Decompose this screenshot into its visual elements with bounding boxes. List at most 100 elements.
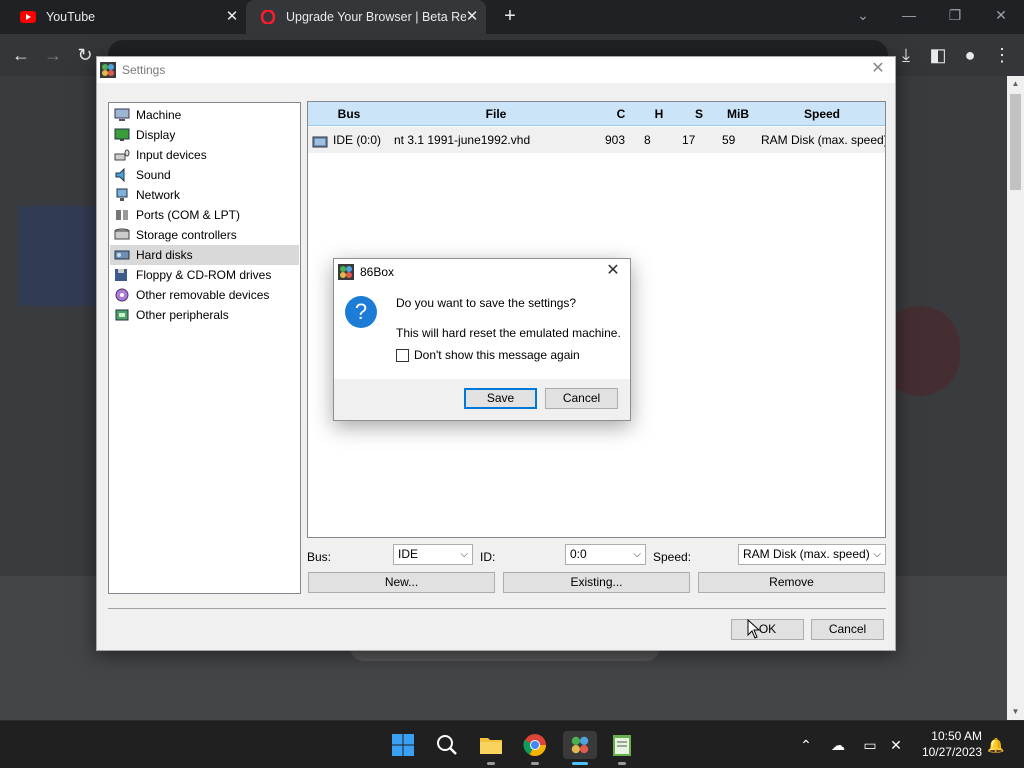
dialog-body: ? Do you want to save the settings? This… [334,284,630,379]
id-select[interactable]: 0:0 ⌵ [565,544,646,565]
forward-icon[interactable]: → [42,44,64,66]
category-ports[interactable]: Ports (COM & LPT) [110,205,299,225]
reload-icon[interactable]: ↻ [74,44,96,66]
tab-label: YouTube [46,10,96,24]
category-sound[interactable]: Sound [110,165,299,185]
youtube-icon [20,9,36,25]
dialog-title: 86Box [360,264,395,279]
tab-label: Upgrade Your Browser | Beta Rele [286,10,466,24]
id-select-value: 0:0 [570,547,587,561]
profile-icon[interactable]: ● [959,44,981,66]
86box-logo-icon [338,263,354,280]
display-settings-icon[interactable]: ▭ [860,735,880,755]
speed-label: Speed: [653,550,692,564]
dont-show-checkbox-label[interactable]: Don't show this message again [414,348,580,362]
bus-select-value: IDE [398,547,419,561]
active-indicator [572,762,588,765]
speed-select[interactable]: RAM Disk (max. speed) ⌵ [738,544,886,565]
minimize-icon[interactable]: — [895,4,923,26]
onedrive-icon[interactable]: ☁ [828,735,848,755]
chrome-icon[interactable] [521,731,549,759]
column-header-mib[interactable]: MiB [720,102,756,126]
cell-file: nt 3.1 1991-june1992.vhd [394,133,531,147]
system-clock[interactable]: 10:50 AM 10/27/2023 [912,728,982,760]
running-indicator [618,762,626,765]
tab-opera-beta[interactable]: Upgrade Your Browser | Beta Rele ✕ [246,0,486,34]
scrollbar-thumb[interactable] [1010,94,1021,190]
category-network[interactable]: Network [110,185,299,205]
dialog-cancel-button[interactable]: Cancel [545,388,618,409]
category-display[interactable]: Display [110,125,299,145]
cell-size-mib: 59 [722,133,736,147]
column-header-s[interactable]: S [686,102,712,126]
running-indicator [531,762,539,765]
close-icon[interactable]: ✕ [869,60,887,78]
column-header-speed[interactable]: Speed [762,102,882,126]
menu-icon[interactable]: ⋮ [991,44,1013,66]
side-panel-icon[interactable]: ◧ [927,44,949,66]
browser-tab-bar: YouTube ✕ Upgrade Your Browser | Beta Re… [0,0,1024,34]
chevron-down-icon: ⌵ [633,549,641,560]
save-button[interactable]: Save [464,388,537,409]
cell-bus: IDE (0:0) [333,133,382,147]
notification-bell-icon[interactable]: 🔔 [986,735,1006,755]
dont-show-checkbox[interactable] [396,349,409,362]
category-floppy-cdrom[interactable]: Floppy & CD-ROM drives [110,265,299,285]
category-peripherals[interactable]: Other peripherals [110,305,299,325]
bus-select[interactable]: IDE ⌵ [393,544,473,565]
page-graphic [18,206,108,306]
close-window-icon[interactable]: ✕ [987,4,1015,26]
scroll-down-icon[interactable]: ▼ [1007,704,1024,720]
display-icon [113,127,131,143]
speaker-muted-icon[interactable]: ✕ [886,735,906,755]
column-header-h[interactable]: H [646,102,672,126]
existing-button[interactable]: Existing... [503,572,690,593]
tab-youtube[interactable]: YouTube ✕ [0,0,246,34]
dialog-title-bar: 86Box ✕ [334,259,630,284]
hard-disk-icon [312,132,328,148]
floppy-cdrom-icon [113,267,131,283]
column-header-bus[interactable]: Bus [316,102,382,126]
notepad-icon[interactable] [608,731,636,759]
category-hard-disks[interactable]: Hard disks [110,245,299,265]
back-icon[interactable]: ← [10,44,32,66]
search-icon[interactable] [433,731,461,759]
close-tab-icon[interactable]: ✕ [464,9,480,25]
download-icon[interactable]: ⤓ [895,44,917,66]
sound-icon [113,167,131,183]
category-machine[interactable]: Machine [110,105,299,125]
column-header-file[interactable]: File [386,102,606,126]
cell-cylinders: 903 [605,133,626,147]
scroll-up-icon[interactable]: ▲ [1007,76,1024,92]
windows-start-icon[interactable] [389,731,417,759]
removable-devices-icon [113,287,131,303]
page-scrollbar[interactable]: ▲ ▼ [1007,76,1024,720]
category-removable-devices[interactable]: Other removable devices [110,285,299,305]
file-explorer-icon[interactable] [477,731,505,759]
new-button[interactable]: New... [308,572,495,593]
taskbar: ⌃ ☁ ▭ ✕ 10:50 AM 10/27/2023 🔔 [0,720,1024,768]
question-icon: ? [345,296,377,328]
ok-button[interactable]: OK [731,619,804,640]
cell-sectors: 17 [682,133,696,147]
storage-controllers-icon [113,227,131,243]
86box-logo-icon [100,62,116,78]
close-icon[interactable]: ✕ [604,262,622,280]
window-title: Settings [122,63,166,77]
peripherals-icon [113,307,131,323]
machine-icon [113,107,131,123]
new-tab-icon[interactable]: + [500,6,520,26]
cancel-button[interactable]: Cancel [811,619,884,640]
tab-search-icon[interactable]: ⌄ [849,4,877,26]
chevron-up-icon[interactable]: ⌃ [796,735,816,755]
hard-disk-icon [113,247,131,263]
86box-taskbar-icon[interactable] [563,731,597,759]
restore-icon[interactable]: ❐ [941,4,969,26]
category-storage-controllers[interactable]: Storage controllers [110,225,299,245]
column-header-c[interactable]: C [608,102,634,126]
remove-button[interactable]: Remove [698,572,885,593]
category-input-devices[interactable]: Input devices [110,145,299,165]
chevron-down-icon: ⌵ [873,549,881,560]
close-tab-icon[interactable]: ✕ [224,9,240,25]
table-row[interactable]: IDE (0:0) nt 3.1 1991-june1992.vhd 903 8… [308,127,885,153]
